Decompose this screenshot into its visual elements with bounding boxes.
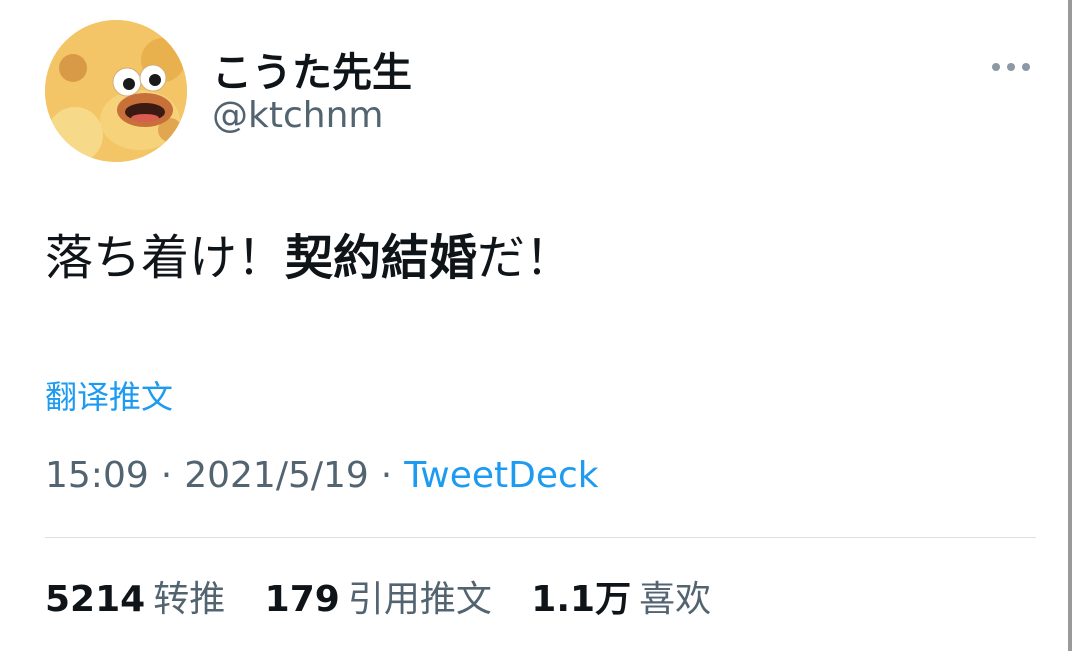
quotes-count: 179 — [264, 579, 340, 620]
meta-separator: · — [380, 455, 393, 496]
tweet-text-part1: 落ち着け！ — [45, 230, 286, 286]
avatar[interactable] — [45, 20, 187, 162]
retweets-label: 转推 — [153, 579, 226, 620]
meta-separator: · — [160, 455, 173, 496]
likes-count: 1.1万 — [531, 579, 632, 620]
tweet-time[interactable]: 15:09 — [45, 455, 149, 496]
quotes-label: 引用推文 — [347, 579, 492, 620]
user-handle[interactable]: @ktchnm — [212, 95, 383, 136]
tweet-text-part2: だ！ — [477, 230, 574, 286]
tweet-source-link[interactable]: TweetDeck — [404, 455, 598, 496]
quotes-stat[interactable]: 179 引用推文 — [265, 579, 492, 620]
tweet-page: こうた先生 @ktchnm 落ち着け！契約結婚だ！ 翻译推文 15:09 · 202… — [0, 0, 1080, 651]
likes-stat[interactable]: 1.1万 喜欢 — [531, 579, 711, 620]
tweet-stats: 5214 转推 179 引用推文 1.1万 喜欢 — [45, 570, 739, 622]
display-name[interactable]: こうた先生 — [212, 40, 412, 98]
window-edge — [1068, 0, 1072, 651]
translate-tweet-link[interactable]: 翻译推文 — [45, 372, 173, 418]
tweet-date[interactable]: 2021/5/19 — [184, 455, 369, 496]
tweet-text-bold: 契約結婚 — [285, 230, 478, 286]
duck-avatar-icon — [45, 20, 187, 162]
tweet-text: 落ち着け！契約結婚だ！ — [45, 222, 573, 294]
tweet-meta: 15:09 · 2021/5/19 · TweetDeck — [45, 455, 599, 496]
divider — [45, 537, 1036, 538]
retweets-stat[interactable]: 5214 转推 — [45, 579, 225, 620]
retweets-count: 5214 — [45, 579, 146, 620]
more-horizontal-icon[interactable] — [988, 57, 1034, 77]
likes-label: 喜欢 — [639, 579, 712, 620]
